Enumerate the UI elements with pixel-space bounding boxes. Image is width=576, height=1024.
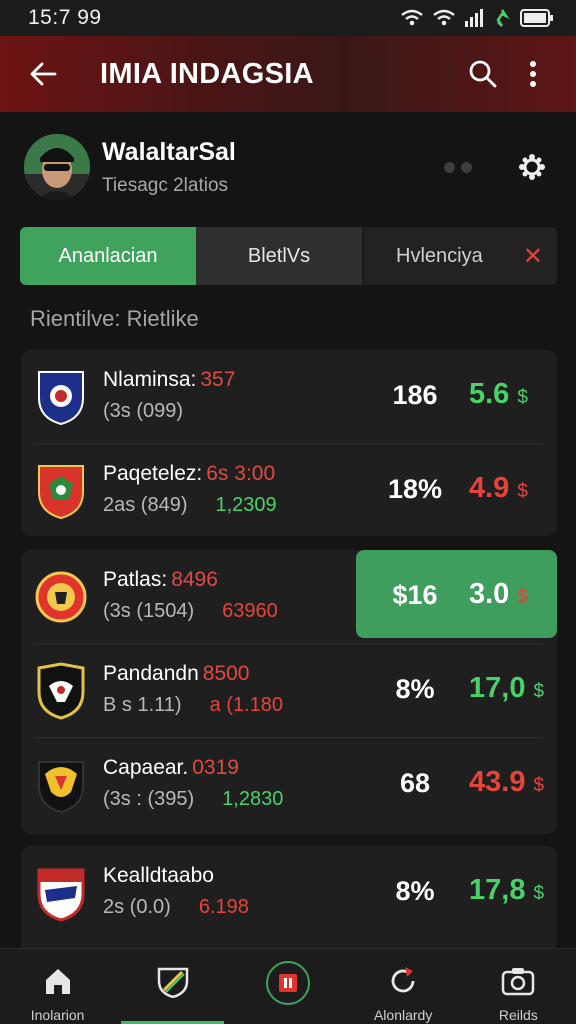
row-meta: 2s (0.0) bbox=[103, 896, 171, 918]
row-name-value: 357 bbox=[200, 368, 236, 391]
home-icon bbox=[38, 961, 78, 1001]
row-stat: 186 bbox=[392, 380, 438, 410]
list-item[interactable]: Paqetelez: 6s 3:00 2as (849) 1,2309 18% 4.… bbox=[21, 444, 557, 538]
back-button[interactable] bbox=[18, 49, 68, 99]
search-button[interactable] bbox=[458, 49, 508, 99]
row-odds: 3.0 $ bbox=[469, 578, 528, 610]
row-stat: 18% bbox=[387, 474, 443, 504]
search-icon bbox=[469, 60, 497, 88]
row-name-value: 6s 3:00 bbox=[206, 462, 276, 485]
close-icon[interactable]: ✕ bbox=[523, 242, 543, 271]
profile-name: WalaltarSal bbox=[102, 137, 236, 166]
signal-icon bbox=[465, 9, 483, 27]
row-meta-value: 1,2309 bbox=[215, 494, 277, 516]
wifi-icon bbox=[401, 9, 423, 26]
more-button[interactable] bbox=[508, 49, 558, 99]
profile-info: WalaltarSal Tiesagc 2latios bbox=[102, 138, 444, 197]
row-meta: 2as (849) bbox=[103, 494, 188, 516]
row-meta-value: 1,2830 bbox=[222, 788, 284, 810]
row-meta: (3s : (395) bbox=[103, 788, 195, 810]
status-bar: 15:7 99 bbox=[0, 0, 576, 36]
wifi-icon bbox=[433, 9, 455, 26]
data-saver-icon bbox=[496, 9, 510, 27]
team-crest-icon bbox=[37, 868, 85, 922]
section-label: Rientilve: Rietlike bbox=[30, 306, 199, 331]
list-item[interactable]: Kealldtaabo 2s (0.0) 6.198 8% 17,8 $ bbox=[21, 846, 557, 940]
trophy-icon bbox=[265, 961, 310, 1005]
row-meta-value: 6.198 bbox=[198, 896, 249, 918]
battery-icon bbox=[520, 9, 553, 27]
row-name-value: 0319 bbox=[192, 756, 239, 779]
list-item[interactable]: Pandandn 8500 B s 1.11) a (1.180 8% 17,0 $ bbox=[21, 644, 557, 738]
list-item[interactable]: Patlas: 8496 (3s (1504) 63960 $16 3.0 $ bbox=[21, 550, 557, 644]
team-crest-icon bbox=[37, 662, 85, 720]
list-item[interactable]: Capaear. 0319 (3s : (395) 1,2830 68 43.9 $ bbox=[21, 738, 557, 832]
profile-subtitle: Tiesagc 2latios bbox=[102, 174, 229, 196]
status-time: 15:7 99 bbox=[28, 6, 102, 29]
row-name: Paqetelez: bbox=[103, 462, 203, 485]
row-name: Capaear. bbox=[103, 756, 189, 779]
row-name-value: 8496 bbox=[171, 568, 218, 591]
row-meta: B s 1.11) bbox=[103, 694, 182, 716]
row-stat: 68 bbox=[399, 768, 431, 798]
team-crest-icon bbox=[38, 465, 84, 520]
nav-item-camera[interactable]: Reilds bbox=[461, 949, 576, 1024]
row-name: Kealldtaabo bbox=[103, 864, 214, 887]
nav-item-trophy[interactable] bbox=[230, 949, 345, 1024]
row-stat: 8% bbox=[395, 876, 435, 906]
row-meta: (3s (1504) bbox=[103, 600, 195, 622]
row-odds: 4.9 $ bbox=[469, 472, 528, 504]
row-meta: (3s (099) bbox=[103, 400, 184, 422]
row-odds: 17,0 $ bbox=[469, 672, 545, 704]
row-meta-value: 63960 bbox=[222, 600, 278, 622]
refresh-icon bbox=[383, 961, 423, 1001]
tab-bar: Ananlacian BletlVs Hvlenciya ✕ bbox=[20, 227, 557, 285]
list-item[interactable]: Nlaminsa: 357 (3s (099) 186 5.6 $ bbox=[21, 350, 557, 444]
row-odds: 17,8 $ bbox=[469, 874, 545, 906]
team-crest-icon bbox=[38, 761, 84, 814]
settings-button[interactable] bbox=[512, 147, 552, 187]
nav-item-shield[interactable] bbox=[115, 949, 230, 1024]
gear-icon bbox=[519, 154, 545, 180]
tab-bets[interactable]: BletlVs bbox=[196, 227, 364, 285]
app-bar: IMIA INDAGSIA bbox=[0, 36, 576, 112]
row-odds: 43.9 $ bbox=[469, 766, 545, 798]
status-icons bbox=[400, 8, 554, 28]
nav-item-home[interactable]: Inolarion bbox=[0, 949, 115, 1024]
team-crest-icon bbox=[35, 571, 87, 623]
row-meta-value: a (1.180 bbox=[209, 694, 283, 716]
more-vertical-icon bbox=[530, 61, 536, 87]
row-name-value: 8500 bbox=[202, 662, 250, 685]
row-name: Nlaminsa: bbox=[103, 368, 197, 391]
row-stat: $16 bbox=[392, 580, 438, 610]
row-stat: 8% bbox=[395, 674, 435, 704]
row-name: Pandandn bbox=[103, 662, 199, 685]
tab-analysis[interactable]: Ananlacian bbox=[20, 227, 196, 285]
page-indicator bbox=[444, 161, 472, 173]
row-name: Patlas: bbox=[103, 568, 168, 591]
page-title: IMIA INDAGSIA bbox=[100, 57, 314, 90]
team-crest-icon bbox=[38, 371, 84, 426]
profile-header: WalaltarSal Tiesagc 2latios bbox=[0, 112, 576, 222]
nav-item-refresh[interactable]: Alonlardy bbox=[346, 949, 461, 1024]
row-odds: 5.6 $ bbox=[469, 378, 528, 410]
camera-icon bbox=[498, 961, 538, 1001]
bottom-nav: Inolarion Alonlardy Reilds bbox=[0, 948, 576, 1024]
avatar[interactable] bbox=[24, 134, 90, 200]
arrow-left-icon bbox=[30, 62, 57, 86]
tab-history[interactable]: Hvlenciya ✕ bbox=[364, 227, 557, 285]
avatar-image bbox=[24, 134, 90, 200]
shield-icon bbox=[153, 961, 193, 1001]
